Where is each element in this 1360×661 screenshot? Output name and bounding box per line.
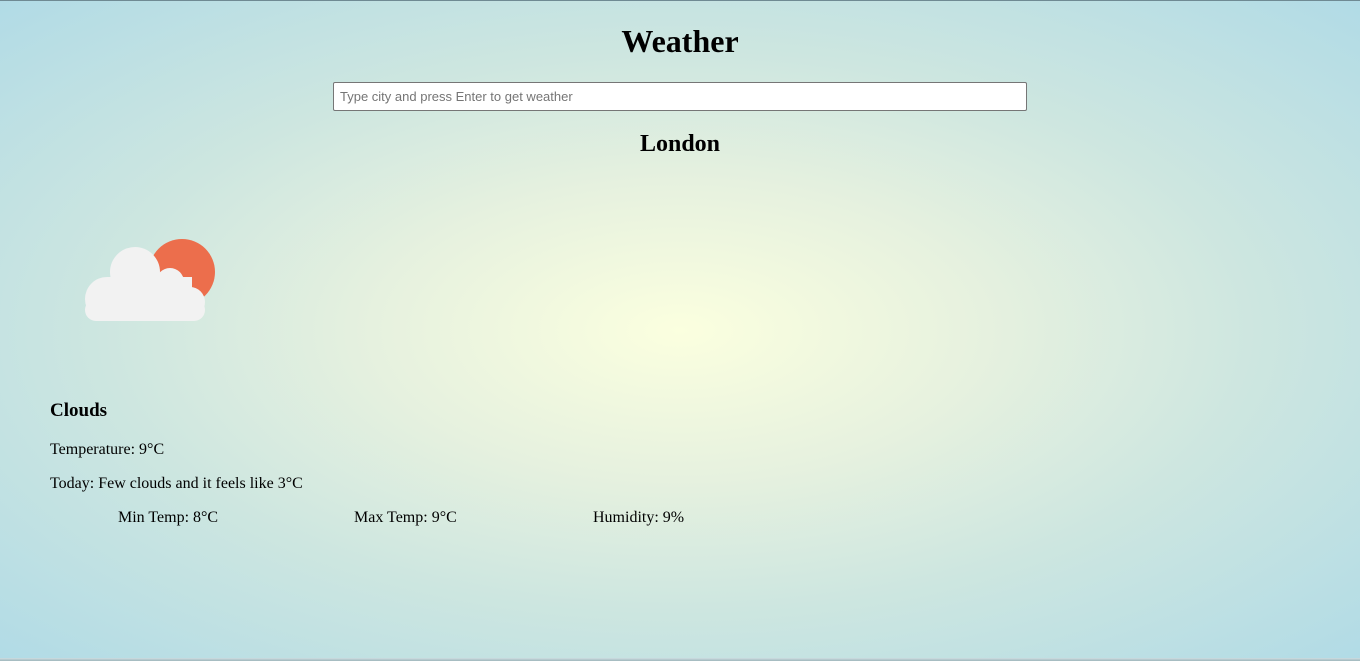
temperature-text: Temperature: 9°C	[50, 441, 165, 458]
city-name: London	[639, 131, 721, 157]
today-summary: Today: Few clouds and it feels like 3°C	[50, 475, 303, 492]
min-temp: Min Temp: 8°C	[118, 509, 219, 526]
city-search-input[interactable]	[333, 82, 1027, 111]
app-title: Weather	[621, 23, 739, 59]
search-bar	[333, 82, 1027, 111]
partly-cloudy-icon	[80, 221, 224, 331]
humidity: Humidity: 9%	[593, 509, 685, 526]
weather-condition: Clouds	[50, 400, 108, 421]
max-temp: Max Temp: 9°C	[354, 509, 457, 526]
weather-stats: Min Temp: 8°C Max Temp: 9°C Humidity: 9%	[0, 508, 900, 528]
